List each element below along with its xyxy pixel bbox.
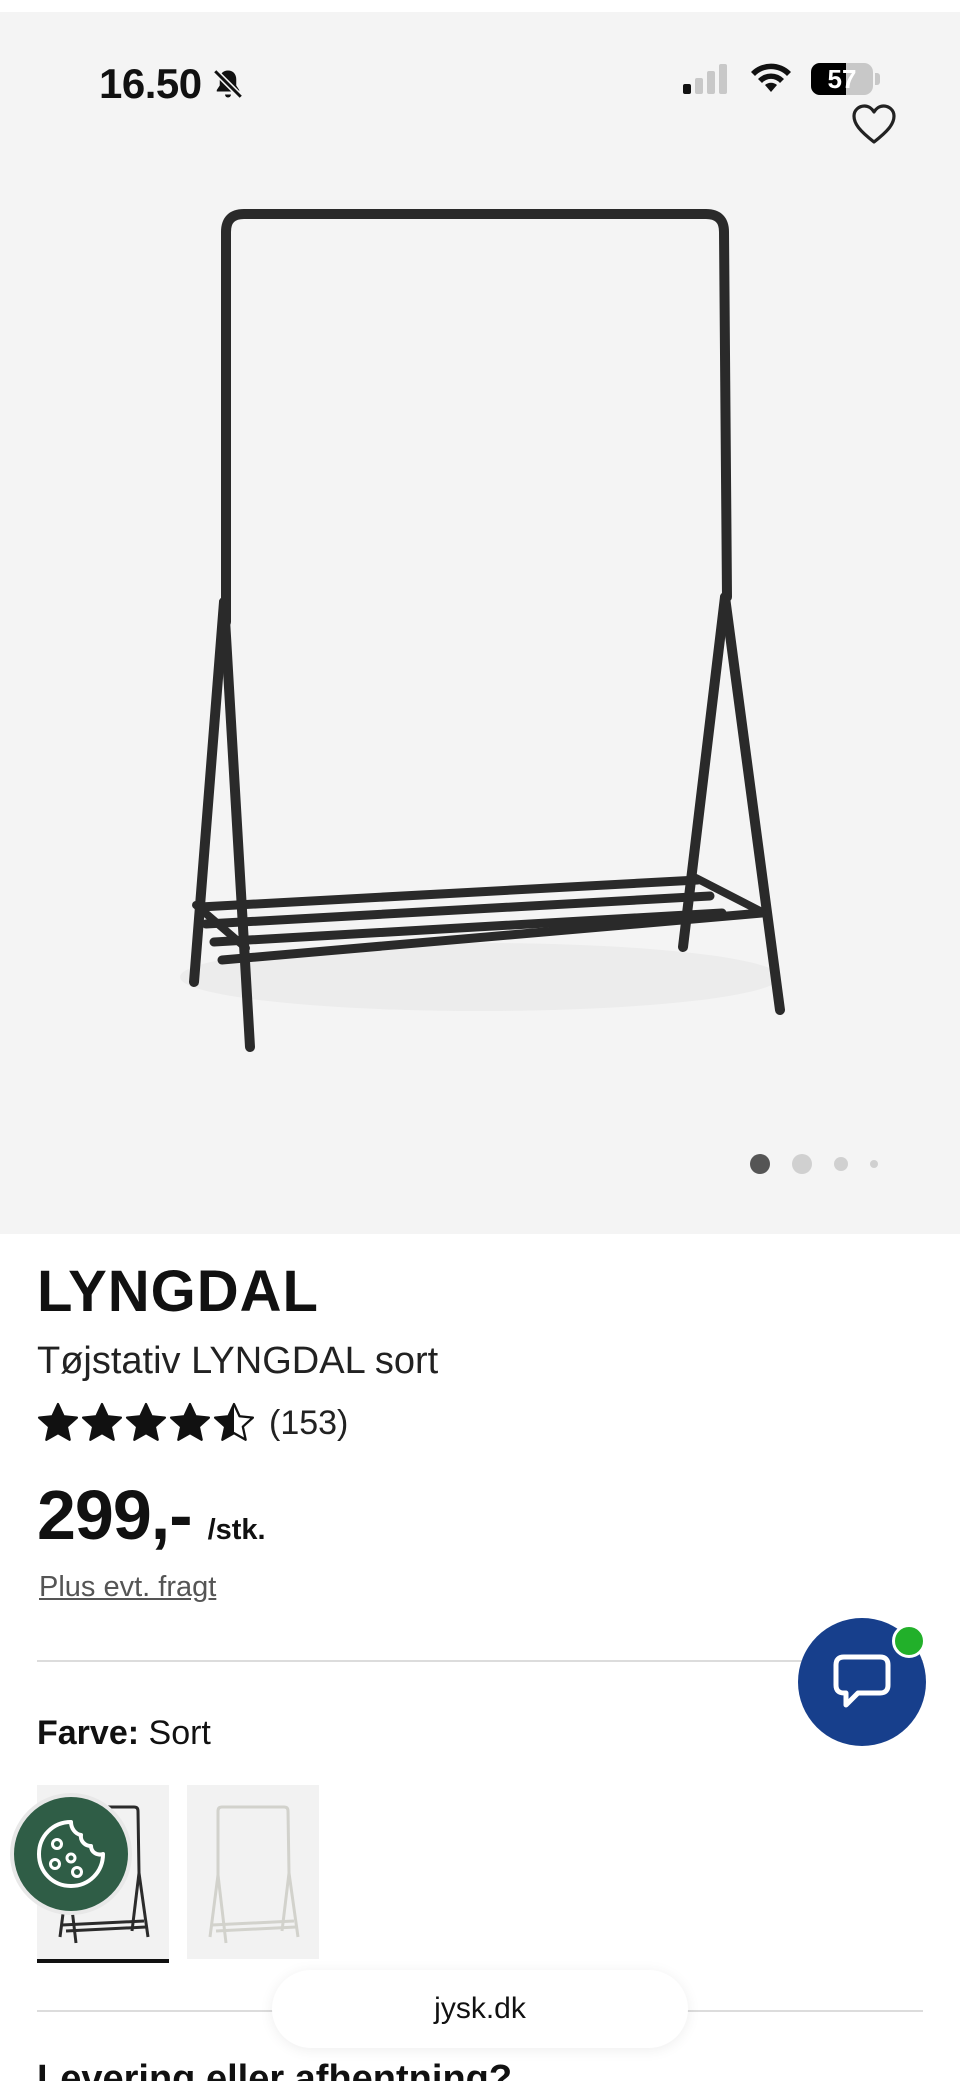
product-gallery[interactable]: 16.50 57 xyxy=(0,12,960,1234)
gallery-dot[interactable] xyxy=(834,1157,848,1171)
color-label: Farve: xyxy=(37,1714,140,1752)
star-icon xyxy=(213,1402,255,1441)
battery-percent: 57 xyxy=(827,63,857,94)
star-icon xyxy=(37,1402,79,1441)
star-icon xyxy=(169,1402,211,1441)
product-image[interactable] xyxy=(150,202,800,1062)
battery-icon: 57 xyxy=(811,63,873,95)
product-name: Tøjstativ LYNGDAL sort xyxy=(37,1340,439,1382)
delivery-section-heading[interactable]: Levering eller afhentning? xyxy=(37,2058,512,2081)
chat-online-indicator xyxy=(892,1624,926,1658)
price-amount: 299,- xyxy=(37,1476,193,1554)
price-unit: /stk. xyxy=(207,1514,266,1546)
color-selector-label: Farve: Sort xyxy=(37,1714,211,1753)
star-icon xyxy=(125,1402,167,1441)
product-brand: LYNGDAL xyxy=(37,1259,319,1324)
status-bar-time: 16.50 xyxy=(99,60,246,108)
rating-stars xyxy=(37,1402,255,1444)
product-rating[interactable]: (153) xyxy=(37,1402,348,1444)
wifi-icon xyxy=(751,63,791,92)
battery-tip xyxy=(875,73,880,85)
status-bar-indicators: 57 xyxy=(681,62,880,96)
clock: 16.50 xyxy=(99,60,202,107)
chat-bubble-icon xyxy=(833,1654,891,1708)
color-swatch-hvid[interactable] xyxy=(187,1785,319,1959)
product-price: 299,- /stk. xyxy=(37,1475,266,1555)
cellular-signal-icon xyxy=(683,64,727,94)
cookie-settings-button[interactable] xyxy=(10,1793,132,1915)
gallery-dot[interactable] xyxy=(750,1154,770,1174)
gallery-dot[interactable] xyxy=(870,1160,878,1168)
top-strip xyxy=(0,0,960,12)
shipping-note-link[interactable]: Plus evt. fragt xyxy=(39,1571,216,1604)
bell-muted-icon xyxy=(212,69,243,99)
url-text: jysk.dk xyxy=(434,1992,526,2025)
cookie-icon xyxy=(37,1820,105,1888)
swatch-image-hvid xyxy=(208,1805,300,1944)
divider xyxy=(37,1660,923,1662)
browser-address-bar[interactable]: jysk.dk xyxy=(272,1970,688,2048)
color-value: Sort xyxy=(148,1714,211,1752)
chat-button[interactable] xyxy=(798,1618,926,1746)
star-icon xyxy=(81,1402,123,1441)
gallery-pagination[interactable] xyxy=(750,1154,878,1174)
gallery-dot[interactable] xyxy=(792,1154,812,1174)
review-count[interactable]: (153) xyxy=(269,1404,348,1443)
heart-outline-icon[interactable] xyxy=(850,102,898,146)
